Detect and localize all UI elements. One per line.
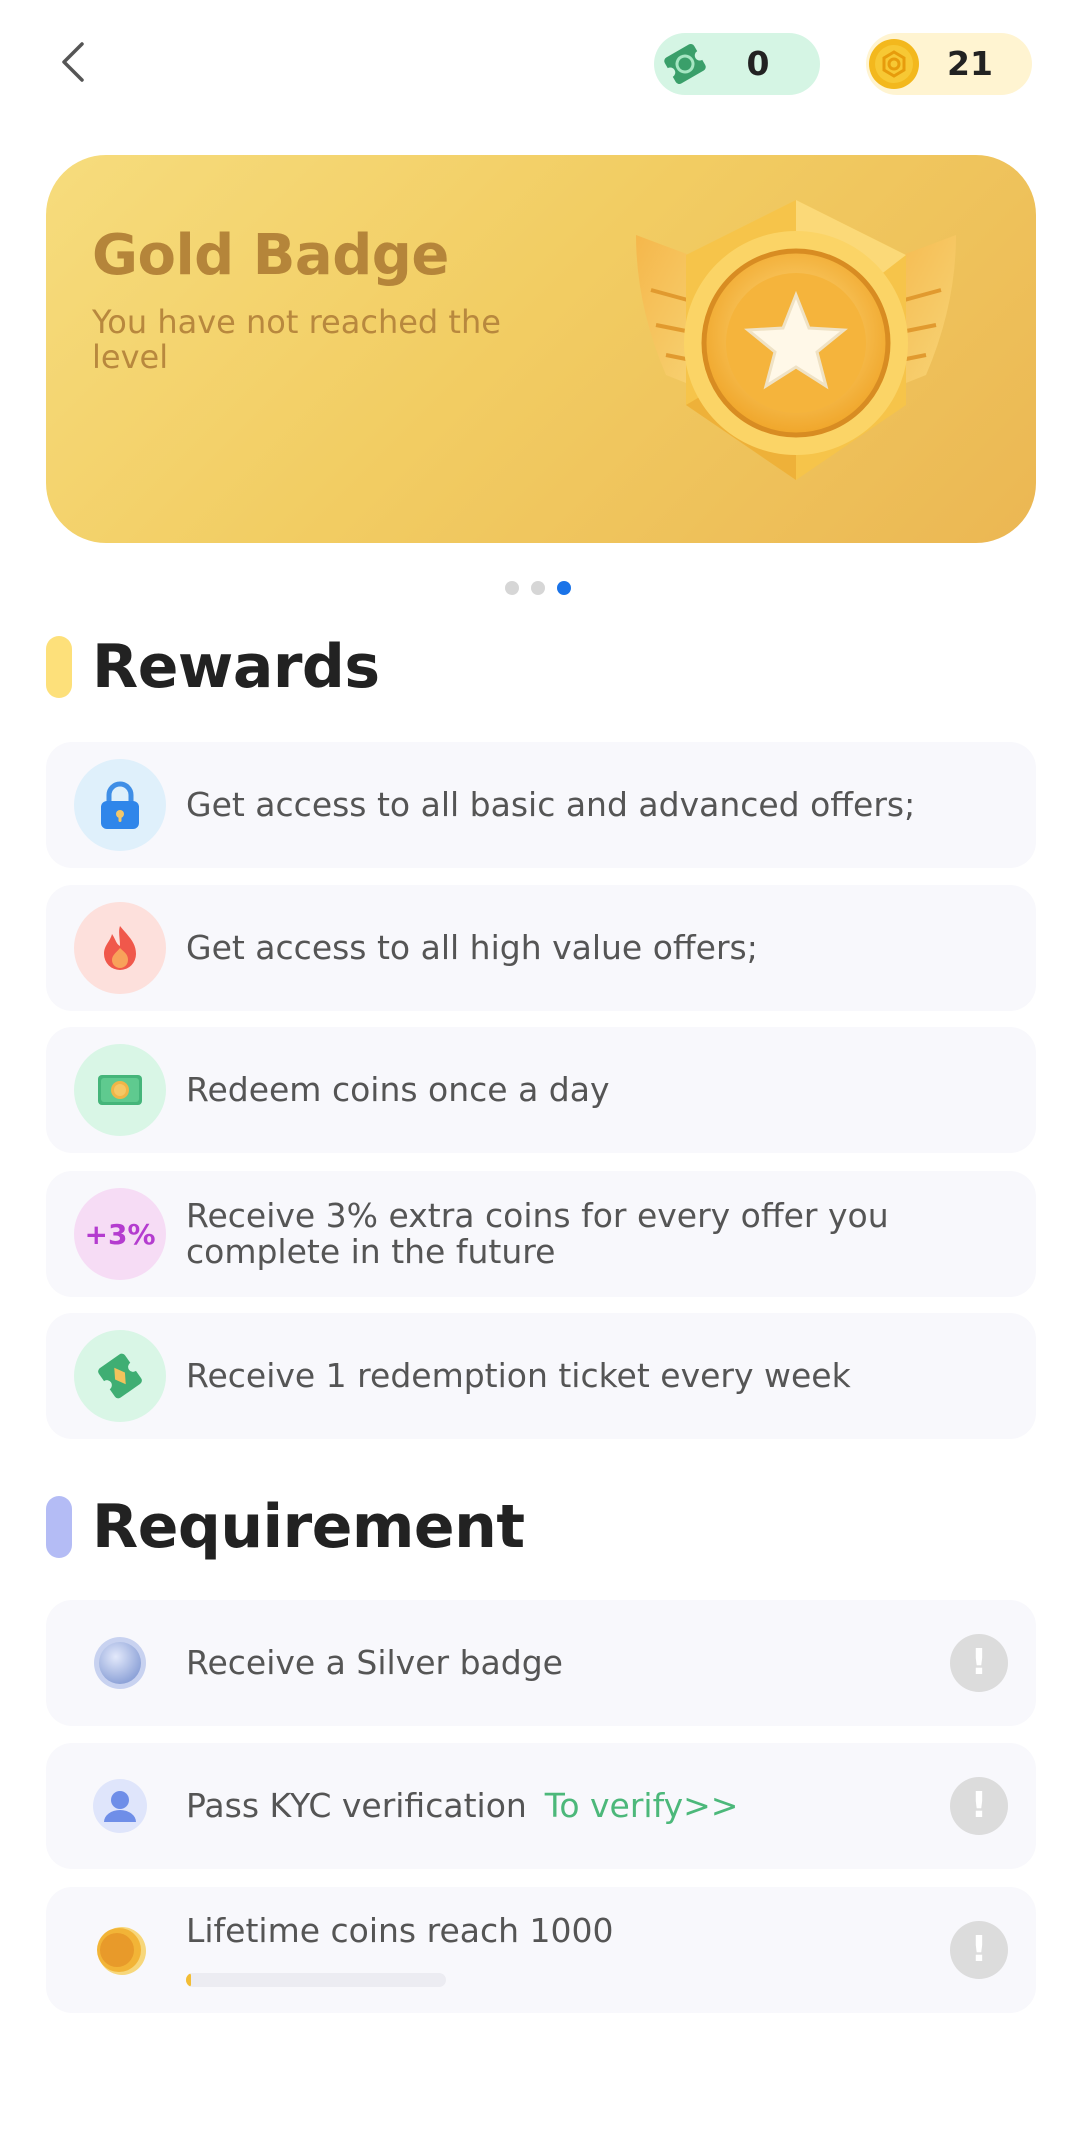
coin-count: 21 <box>947 44 993 83</box>
ticket-count: 0 <box>746 44 770 83</box>
coin-icon <box>866 33 928 95</box>
gold-badge-banner[interactable]: Gold Badge You have not reached the leve… <box>46 155 1036 543</box>
reward-item: Get access to all basic and advanced off… <box>46 742 1036 868</box>
reward-text: Receive 1 redemption ticket every week <box>186 1356 851 1395</box>
requirement-item: Lifetime coins reach 1000 ! <box>46 1887 1036 2013</box>
pager-dot-active[interactable] <box>557 581 571 595</box>
requirement-text-row: Pass KYC verification To verify>> <box>186 1743 996 1869</box>
info-alert-icon[interactable]: ! <box>950 1634 1008 1692</box>
coins-progress-bar <box>186 1973 446 1987</box>
coin-card-icon <box>74 1044 166 1136</box>
pager-dot[interactable] <box>505 581 519 595</box>
coin-balance[interactable]: 21 <box>866 33 1032 95</box>
requirement-text: Lifetime coins reach 1000 <box>186 1911 614 1950</box>
banner-title: Gold Badge <box>92 223 449 288</box>
requirement-text: Receive a Silver badge <box>186 1643 563 1682</box>
requirement-heading: Requirement <box>46 1492 525 1562</box>
requirement-accent-bar <box>46 1496 72 1558</box>
plus-percent-label: +3% <box>84 1217 156 1251</box>
reward-item: Get access to all high value offers; <box>46 885 1036 1011</box>
info-alert-icon[interactable]: ! <box>950 1777 1008 1835</box>
chevron-left-icon <box>62 42 84 82</box>
reward-text: Redeem coins once a day <box>186 1070 610 1109</box>
requirement-item: Pass KYC verification To verify>> ! <box>46 1743 1036 1869</box>
rewards-title: Rewards <box>92 632 380 702</box>
user-icon <box>74 1760 166 1852</box>
requirement-text: Pass KYC verification <box>186 1786 527 1825</box>
fire-icon <box>74 902 166 994</box>
banner-pager <box>505 581 571 595</box>
banner-subtitle: You have not reached the level <box>92 303 501 376</box>
gold-badge-icon <box>636 200 956 480</box>
reward-text: Receive 3% extra coins for every offer y… <box>186 1196 889 1271</box>
reward-item: Receive 1 redemption ticket every week <box>46 1313 1036 1439</box>
requirement-title: Requirement <box>92 1492 525 1562</box>
verify-link[interactable]: To verify>> <box>545 1788 739 1824</box>
back-button[interactable] <box>52 40 96 84</box>
coin-icon <box>74 1904 166 1996</box>
plus-percent-icon: +3% <box>74 1188 166 1280</box>
reward-item: Redeem coins once a day <box>46 1027 1036 1153</box>
top-bar: 0 21 <box>0 0 1080 130</box>
ticket-balance[interactable]: 0 <box>654 33 820 95</box>
silver-badge-icon <box>74 1617 166 1709</box>
rewards-heading: Rewards <box>46 632 380 702</box>
ticket-icon <box>74 1330 166 1422</box>
lock-icon <box>74 759 166 851</box>
info-alert-icon[interactable]: ! <box>950 1921 1008 1979</box>
reward-text: Get access to all high value offers; <box>186 928 758 967</box>
pager-dot[interactable] <box>531 581 545 595</box>
reward-text: Get access to all basic and advanced off… <box>186 785 916 824</box>
ticket-icon <box>654 33 716 95</box>
reward-item: +3% Receive 3% extra coins for every off… <box>46 1171 1036 1297</box>
rewards-accent-bar <box>46 636 72 698</box>
requirement-item: Receive a Silver badge ! <box>46 1600 1036 1726</box>
